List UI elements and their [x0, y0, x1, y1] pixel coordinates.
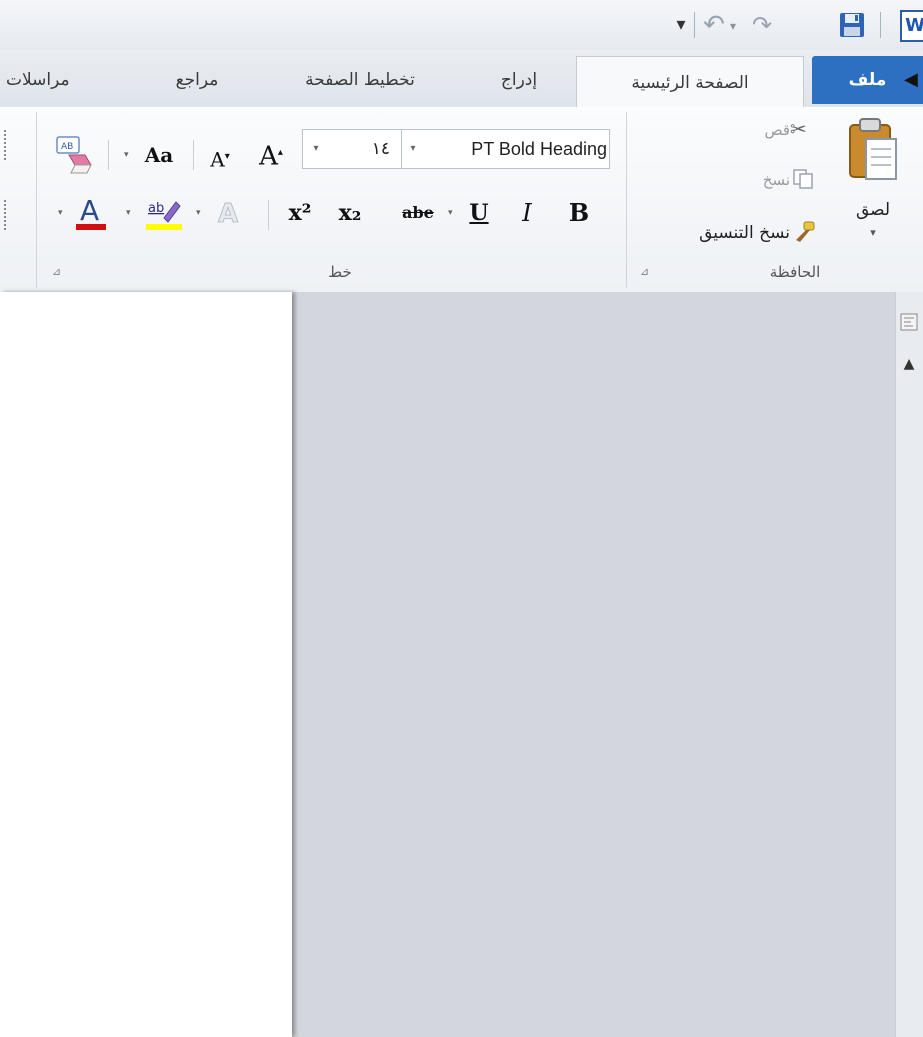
highlight-icon[interactable]: ab: [144, 194, 184, 234]
underline-button[interactable]: U: [462, 196, 496, 230]
clipboard-group-label: الحافظة: [769, 263, 821, 281]
text-effects-dropdown-icon[interactable]: ▾: [196, 196, 208, 230]
font-size-value[interactable]: ١٤: [330, 129, 390, 169]
view-ruler-icon[interactable]: [899, 312, 919, 332]
text-effects-icon[interactable]: A: [212, 194, 246, 230]
styles-group-edge: [4, 130, 9, 160]
clipboard-dialog-launcher-icon[interactable]: ⊿: [640, 266, 652, 278]
vertical-scrollbar[interactable]: [895, 292, 923, 1037]
redo-icon[interactable]: ↷: [748, 10, 776, 40]
shrink-font-button[interactable]: A▾: [203, 140, 237, 174]
change-case-button[interactable]: Aa: [137, 138, 181, 172]
tab-mailings[interactable]: مراسلات: [0, 62, 126, 98]
svg-text:ab: ab: [148, 201, 164, 216]
scroll-up-icon[interactable]: ▲: [900, 356, 918, 372]
undo-icon[interactable]: ↶: [700, 10, 728, 40]
superscript-button[interactable]: x²: [284, 196, 316, 230]
underline-dropdown-icon[interactable]: ▾: [448, 196, 460, 230]
change-case-dropdown-icon[interactable]: ▾: [124, 138, 136, 172]
shrink-font-label: A: [210, 147, 225, 172]
svg-text:AB: AB: [61, 142, 73, 152]
title-bar: [0, 0, 923, 50]
font-group-label: خط: [328, 263, 352, 281]
font-size-dropdown-icon[interactable]: ▾: [308, 129, 324, 169]
font-name-value[interactable]: PT Bold Heading: [427, 129, 607, 169]
toolbar-separator: [268, 200, 269, 230]
font-color-dropdown-icon[interactable]: ▾: [58, 196, 70, 230]
scissors-icon[interactable]: ✂: [790, 118, 812, 140]
italic-button[interactable]: I: [510, 196, 544, 230]
copy-icon[interactable]: [792, 168, 814, 190]
format-painter-icon[interactable]: [792, 220, 816, 244]
strikethrough-button[interactable]: abe: [396, 196, 440, 230]
paste-icon[interactable]: [846, 115, 900, 185]
bold-button[interactable]: B: [562, 196, 596, 230]
word-logo-icon[interactable]: W: [900, 10, 923, 42]
group-separator: [626, 112, 627, 288]
format-painter-label[interactable]: نسخ التنسيق: [638, 220, 790, 246]
tab-page-layout[interactable]: تخطيط الصفحة: [270, 62, 450, 98]
undo-dropdown-icon[interactable]: ▾: [730, 13, 742, 39]
svg-text:A: A: [80, 194, 99, 227]
highlight-dropdown-icon[interactable]: ▾: [126, 196, 138, 230]
qat-separator: [880, 12, 881, 38]
customize-qat-icon[interactable]: ▾: [671, 12, 691, 38]
tab-references[interactable]: مراجع: [150, 62, 244, 98]
tab-insert[interactable]: إدراج: [478, 62, 560, 98]
group-separator: [36, 112, 37, 288]
subscript-button[interactable]: x₂: [334, 196, 366, 230]
font-dialog-launcher-icon[interactable]: ⊿: [52, 266, 64, 278]
font-color-icon[interactable]: A: [74, 192, 108, 232]
svg-text:A: A: [218, 199, 238, 229]
save-icon[interactable]: [838, 11, 866, 39]
toolbar-separator: [108, 140, 109, 170]
document-page[interactable]: [0, 292, 292, 1037]
pointer-arrow-icon: ◀: [904, 69, 918, 90]
tab-home[interactable]: الصفحة الرئيسية: [576, 56, 804, 108]
qat-separator: [694, 12, 695, 38]
styles-group-edge: [4, 200, 9, 230]
font-name-dropdown-icon[interactable]: ▾: [405, 129, 421, 169]
clear-formatting-icon[interactable]: AB: [51, 133, 95, 177]
paste-dropdown-icon[interactable]: ▾: [866, 226, 880, 239]
paste-button-label[interactable]: لصق: [846, 200, 900, 220]
cut-button-label[interactable]: قص: [738, 118, 790, 142]
grow-font-label: A: [259, 141, 278, 172]
toolbar-separator: [193, 140, 194, 170]
grow-font-button[interactable]: A▴: [254, 136, 288, 172]
copy-button-label[interactable]: نسخ: [732, 168, 790, 192]
